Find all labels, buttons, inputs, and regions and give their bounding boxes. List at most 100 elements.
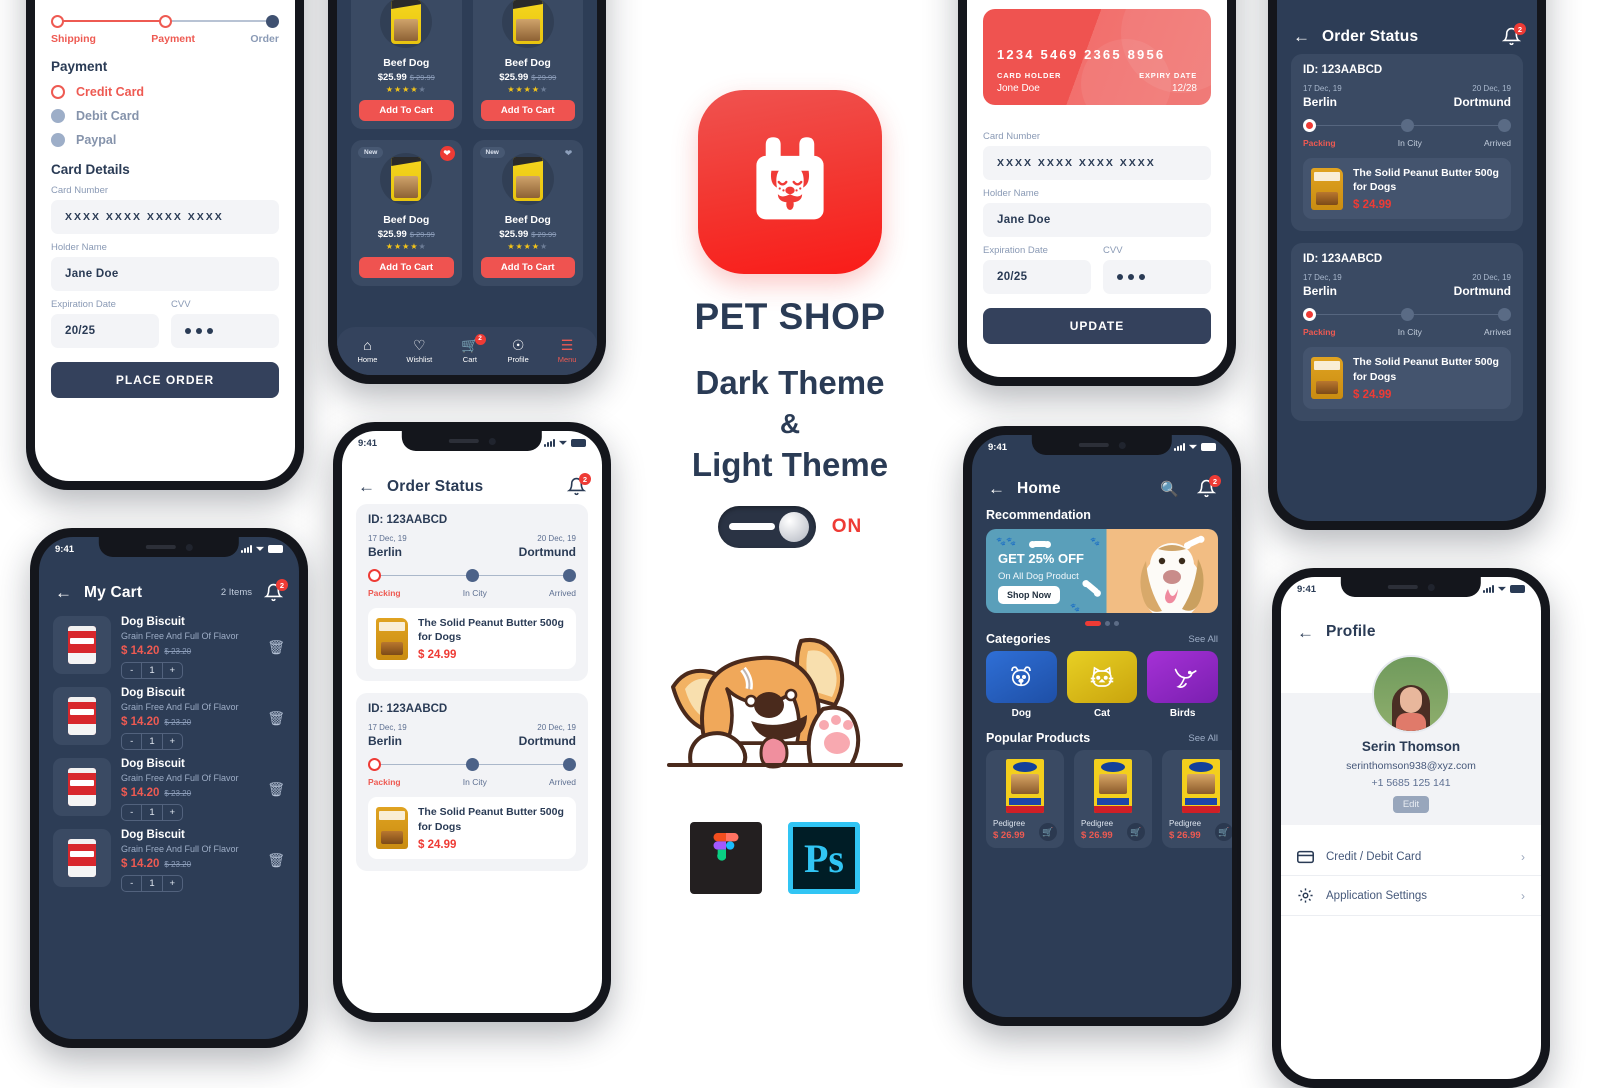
qty-minus-button[interactable]: - (122, 805, 141, 820)
order-product[interactable]: The Solid Peanut Butter 500g for Dogs $ … (1303, 158, 1511, 220)
popular-product-card[interactable]: Pedigree $ 26.99 🛒 (986, 750, 1064, 848)
profile-email: serinthomson938@xyz.com (1346, 760, 1476, 772)
product-price: $25.99 (377, 229, 407, 240)
step-dot-order[interactable] (266, 15, 279, 28)
step-dot-payment[interactable] (159, 15, 172, 28)
product-card[interactable]: Beef Dog $25.99 $ 29.99 ★★★★★ Add To Cart (472, 0, 583, 129)
add-to-cart-icon[interactable]: 🛒 (1127, 823, 1145, 841)
order-product[interactable]: The Solid Peanut Butter 500g for Dogs $ … (368, 608, 576, 670)
back-arrow-icon[interactable]: ← (988, 480, 1005, 497)
rating-stars: ★★★★★ (385, 85, 427, 94)
payment-screen: Shipping Payment Order Payment Credit Ca… (35, 0, 295, 481)
cart-item-row[interactable]: Dog Biscuit Grain Free And Full Of Flavo… (39, 823, 299, 894)
popular-see-all[interactable]: See All (1188, 733, 1218, 744)
notification-bell-icon[interactable]: 2 (1502, 23, 1526, 46)
category-cat[interactable] (1066, 651, 1138, 703)
qty-minus-button[interactable]: - (122, 734, 141, 749)
quantity-stepper[interactable]: -1 + (121, 875, 183, 892)
qty-minus-button[interactable]: - (122, 876, 141, 891)
promo-banner[interactable]: 🐾🐾 🐾 🐾 GET 25% OFF On All Dog Product Sh… (986, 529, 1218, 613)
cart-item-row[interactable]: Dog Biscuit Grain Free And Full Of Flavo… (39, 681, 299, 752)
qty-plus-button[interactable]: + (161, 663, 182, 678)
expiry-input[interactable]: 20/25 (983, 260, 1091, 294)
carousel-dot-active[interactable] (1085, 621, 1101, 626)
delete-icon[interactable]: 🗑 (267, 852, 285, 869)
update-button[interactable]: UPDATE (983, 308, 1211, 344)
back-arrow-icon[interactable]: ← (55, 584, 72, 601)
carousel-dot[interactable] (1105, 621, 1110, 626)
place-order-button[interactable]: PLACE ORDER (51, 362, 279, 398)
bell-badge: 2 (1514, 23, 1526, 35)
stage-label-arrived: Arrived (549, 588, 576, 598)
add-to-cart-button[interactable]: Add To Cart (480, 257, 575, 278)
category-dog[interactable] (986, 651, 1057, 703)
add-to-cart-icon[interactable]: 🛒 (1039, 823, 1057, 841)
payment-method-credit-card[interactable]: Credit Card (35, 80, 295, 104)
banner-headline: GET 25% OFF (998, 551, 1084, 566)
nav-item-cart[interactable]: 🛒 2 Cart (461, 334, 486, 364)
cvv-input[interactable] (1103, 260, 1211, 294)
back-arrow-icon[interactable]: ← (1293, 28, 1310, 45)
quantity-stepper[interactable]: -1 + (121, 662, 183, 679)
order-product[interactable]: The Solid Peanut Butter 500g for Dogs $ … (1303, 347, 1511, 409)
nav-item-profile[interactable]: ☉ Profile (508, 338, 529, 364)
order-product[interactable]: The Solid Peanut Butter 500g for Dogs $ … (368, 797, 576, 859)
category-birds[interactable] (1147, 651, 1219, 703)
delete-icon[interactable]: 🗑 (267, 710, 285, 727)
nav-item-home[interactable]: ⌂ Home (357, 338, 377, 364)
user-circle-icon: ☉ (511, 337, 525, 353)
notification-bell-icon[interactable]: 2 (567, 473, 591, 496)
qty-plus-button[interactable]: + (161, 805, 182, 820)
step-dot-shipping[interactable] (51, 15, 64, 28)
cvv-input[interactable] (171, 314, 279, 348)
edit-profile-button[interactable]: Edit (1392, 796, 1430, 813)
qty-plus-button[interactable]: + (161, 734, 182, 749)
categories-see-all[interactable]: See All (1188, 634, 1218, 645)
nav-item-menu[interactable]: ☰ Menu (558, 338, 577, 364)
order-from-date: 17 Dec, 19 (1303, 84, 1342, 93)
nav-item-wishlist[interactable]: ♡ Wishlist (406, 338, 432, 364)
qty-minus-button[interactable]: - (122, 663, 141, 678)
photoshop-logo-icon: Ps (788, 822, 860, 894)
notification-bell-icon[interactable]: 2 (264, 579, 288, 602)
back-arrow-icon[interactable]: ← (358, 478, 375, 495)
order-card[interactable]: ID: 123AABCD 17 Dec, 19 Berlin 20 Dec, 1… (356, 504, 588, 682)
holder-name-input[interactable]: Jane Doe (983, 203, 1211, 237)
add-to-cart-button[interactable]: Add To Cart (359, 257, 454, 278)
payment-method-debit-card[interactable]: Debit Card (35, 104, 295, 128)
notification-bell-icon[interactable]: 2 (1197, 475, 1221, 498)
theme-toggle-switch[interactable] (717, 506, 816, 548)
product-image (1311, 167, 1343, 210)
popular-product-card[interactable]: Pedigree $ 26.99 🛒 (1074, 750, 1152, 848)
delete-icon[interactable]: 🗑 (267, 639, 285, 656)
product-card[interactable]: Beef Dog $25.99 $ 29.99 ★★★★★ Add To Cart (351, 0, 462, 129)
order-card[interactable]: ID: 123AABCD 17 Dec, 19 Berlin 20 Dec, 1… (1291, 243, 1523, 421)
expiry-input[interactable]: 20/25 (51, 314, 159, 348)
qty-plus-button[interactable]: + (161, 876, 182, 891)
quantity-stepper[interactable]: -1 + (121, 804, 183, 821)
search-icon[interactable]: 🔍 (1160, 480, 1179, 498)
product-card[interactable]: New ❤ Beef Dog $25.99 $ 29.99 ★★★★★ Add T… (351, 140, 462, 286)
card-number-input[interactable]: XXXX XXXX XXXX XXXX (983, 146, 1211, 180)
quantity-stepper[interactable]: -1 + (121, 733, 183, 750)
add-to-cart-button[interactable]: Add To Cart (480, 100, 575, 121)
holder-name-input[interactable]: Jane Doe (51, 257, 279, 291)
carousel-dot[interactable] (1114, 621, 1119, 626)
profile-item-credit-debit-card[interactable]: Credit / Debit Card › (1281, 839, 1541, 876)
back-arrow-icon[interactable]: ← (1297, 624, 1314, 641)
order-card[interactable]: ID: 123AABCD 17 Dec, 19 Berlin 20 Dec, 1… (356, 693, 588, 871)
payment-method-paypal[interactable]: Paypal (35, 128, 295, 152)
order-card[interactable]: ID: 123AABCD 17 Dec, 19 Berlin 20 Dec, 1… (1291, 54, 1523, 232)
card-number-input[interactable]: XXXX XXXX XXXX XXXX (51, 200, 279, 234)
toggle-knob[interactable] (778, 512, 809, 542)
toggle-state-label: ON (831, 516, 863, 537)
profile-item-application-settings[interactable]: Application Settings › (1281, 876, 1541, 916)
popular-product-card[interactable]: Pedigree $ 26.99 🛒 (1162, 750, 1232, 848)
product-card[interactable]: New ❤ Beef Dog $25.99 $ 29.99 ★★★★★ Add T… (472, 140, 583, 286)
delete-icon[interactable]: 🗑 (267, 781, 285, 798)
shop-now-button[interactable]: Shop Now (998, 586, 1060, 604)
add-to-cart-button[interactable]: Add To Cart (359, 100, 454, 121)
cart-item-row[interactable]: Dog Biscuit Grain Free And Full Of Flavo… (39, 610, 299, 681)
cart-item-row[interactable]: Dog Biscuit Grain Free And Full Of Flavo… (39, 752, 299, 823)
add-to-cart-icon[interactable]: 🛒 (1215, 823, 1232, 841)
